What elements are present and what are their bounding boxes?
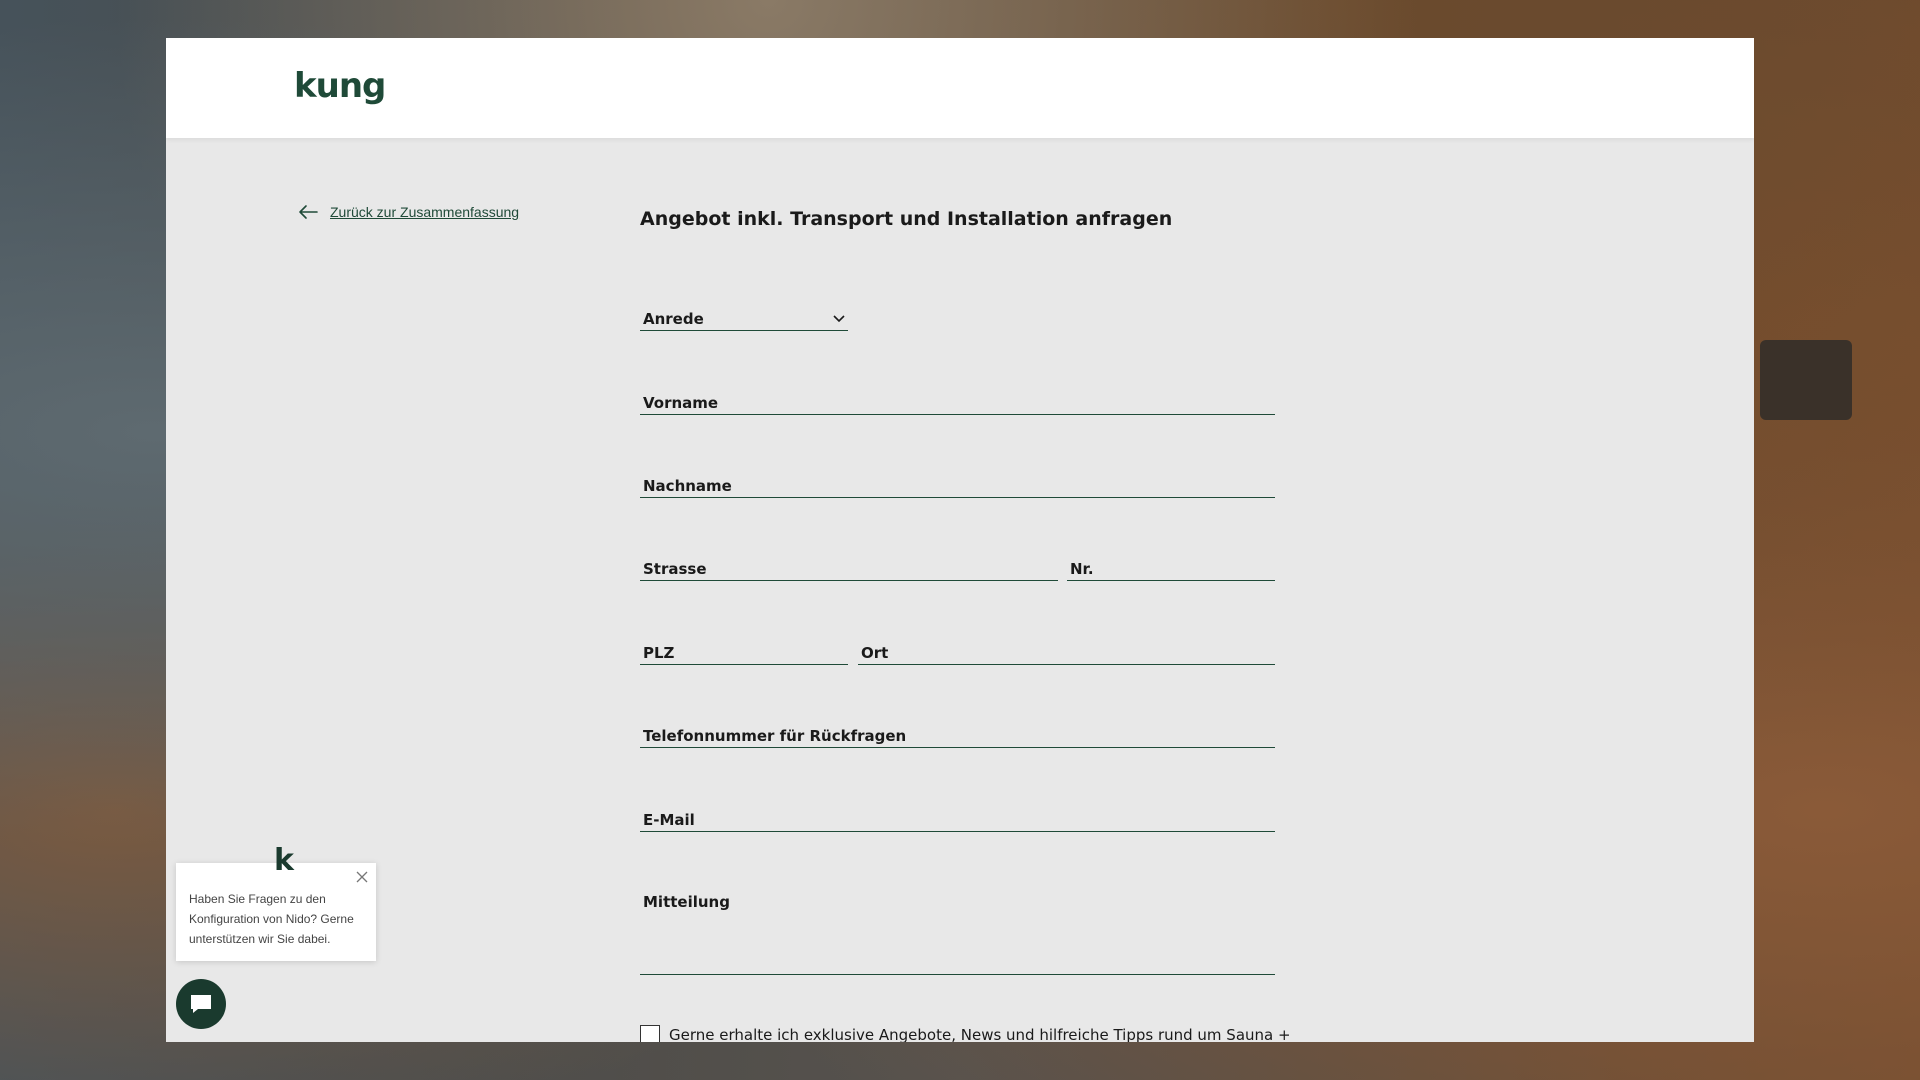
zip-field[interactable]: PLZ — [640, 643, 848, 665]
zip-label: PLZ — [643, 644, 675, 662]
message-label: Mitteilung — [643, 893, 730, 911]
firstname-label: Vorname — [643, 394, 719, 412]
back-link-label: Zurück zur Zusammenfassung — [330, 204, 520, 220]
house-number-field[interactable]: Nr. — [1067, 559, 1275, 581]
phone-label: Telefonnummer für Rückfragen — [643, 727, 907, 745]
chevron-down-icon — [833, 315, 845, 323]
firstname-field[interactable]: Vorname — [640, 393, 1275, 415]
newsletter-consent-label: Gerne erhalte ich exklusive Angebote, Ne… — [669, 1026, 1291, 1042]
chat-bubble-icon — [191, 995, 211, 1013]
street-field[interactable]: Strasse — [640, 559, 1058, 581]
newsletter-checkbox[interactable] — [640, 1025, 660, 1042]
back-to-summary-link[interactable]: Zurück zur Zusammenfassung — [298, 204, 519, 220]
close-icon[interactable] — [356, 871, 368, 883]
lastname-label: Nachname — [643, 477, 732, 495]
arrow-left-icon — [299, 205, 318, 219]
city-label: Ort — [861, 644, 889, 662]
newsletter-consent: Gerne erhalte ich exklusive Angebote, Ne… — [640, 1025, 1291, 1042]
city-field[interactable]: Ort — [858, 643, 1275, 665]
chat-popup: k Haben Sie Fragen zu den Konfiguration … — [176, 843, 376, 961]
quote-request-modal: kung Zurück zur Zusammenfassung Angebot … — [166, 38, 1754, 1042]
message-textarea[interactable]: Mitteilung — [640, 893, 1275, 975]
phone-field[interactable]: Telefonnummer für Rückfragen — [640, 726, 1275, 748]
quote-form: Angebot inkl. Transport und Installation… — [640, 208, 1276, 230]
salutation-select[interactable]: Anrede — [640, 309, 848, 331]
email-label: E-Mail — [643, 811, 695, 829]
chat-message: Haben Sie Fragen zu den Konfiguration vo… — [189, 892, 354, 946]
lastname-field[interactable]: Nachname — [640, 476, 1275, 498]
house-number-label: Nr. — [1070, 560, 1094, 578]
salutation-label: Anrede — [643, 310, 704, 328]
email-field[interactable]: E-Mail — [640, 810, 1275, 832]
header-bar: kung — [166, 38, 1754, 138]
brand-logo[interactable]: kung — [294, 66, 386, 106]
background-object — [1760, 340, 1852, 420]
chat-brand-logo: k — [274, 843, 294, 878]
chat-open-button[interactable] — [176, 979, 226, 1029]
form-title: Angebot inkl. Transport und Installation… — [640, 208, 1173, 230]
street-label: Strasse — [643, 560, 707, 578]
